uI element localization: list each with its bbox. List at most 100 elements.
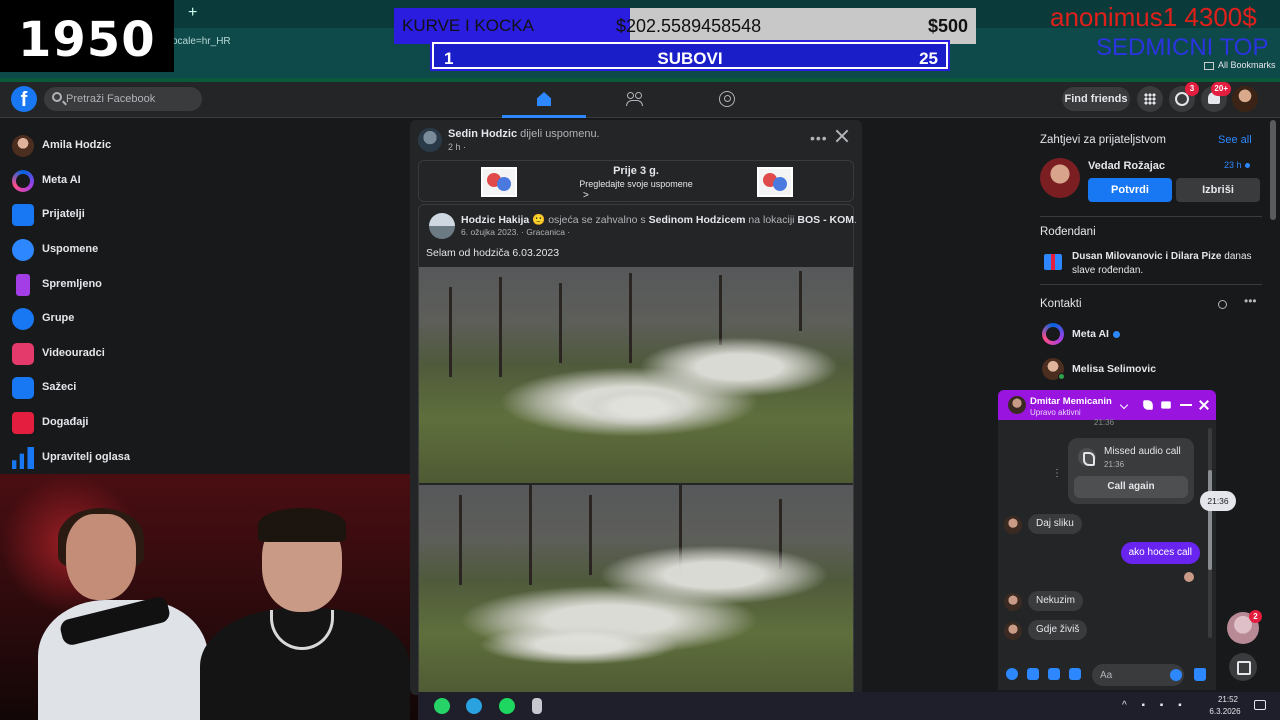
account-avatar[interactable] <box>1232 86 1258 112</box>
post-photo-2[interactable] <box>419 485 853 695</box>
taskbar-time[interactable]: 21:52 <box>1210 695 1246 704</box>
message-bubble-in[interactable]: Gdje živiš <box>1028 620 1088 640</box>
shared-location[interactable]: BOS - KOM <box>797 214 854 226</box>
video-icon <box>12 343 34 365</box>
right-column: Zahtjevi za prijateljstvom See all Vedad… <box>1032 118 1270 398</box>
chat-header[interactable]: Dmitar Memicanin Upravo aktivni <box>998 390 1216 420</box>
message-bubble-in[interactable]: Nekuzim <box>1028 591 1083 611</box>
close-icon[interactable] <box>1198 399 1210 411</box>
post-author-avatar[interactable] <box>418 128 442 152</box>
counter-label: SUBOVI <box>657 49 723 68</box>
find-friends-button[interactable]: Find friends <box>1062 87 1130 111</box>
notifications-button[interactable]: 20+ <box>1201 82 1231 112</box>
menu-button[interactable] <box>1137 86 1163 112</box>
search-input[interactable] <box>66 91 196 107</box>
sticker-icon[interactable] <box>1048 668 1060 680</box>
goal-name: KURVE I KOCKA <box>402 16 534 35</box>
events-icon <box>12 412 34 434</box>
facebook-logo-icon[interactable]: f <box>11 86 37 112</box>
chat-scrollbar-thumb[interactable] <box>1208 470 1212 570</box>
call-again-button[interactable]: Call again <box>1074 476 1188 498</box>
page-scrollbar[interactable] <box>1270 120 1276 220</box>
chat-contact-name[interactable]: Dmitar Memicanin <box>1030 396 1112 407</box>
app-icon[interactable] <box>532 698 542 714</box>
sidebar-item-label: Upravitelj oglasa <box>42 451 131 463</box>
taskbar-date[interactable]: 6.3.2026 <box>1204 707 1246 716</box>
divider <box>1040 216 1262 217</box>
message-bubble-in[interactable]: Daj sliku <box>1028 514 1082 534</box>
whatsapp-icon[interactable] <box>434 698 450 714</box>
shared-tagged-person[interactable]: Sedinom Hodzicem <box>649 214 746 226</box>
delete-button[interactable]: Izbriši <box>1176 178 1260 202</box>
request-time: 23 h <box>1224 160 1250 170</box>
system-tray-icons[interactable]: ^ ▪ ▪ ▪ <box>1122 700 1188 711</box>
notification-center-icon[interactable] <box>1254 700 1266 710</box>
post-timestamp[interactable]: 2 h · <box>448 142 466 152</box>
gif-icon[interactable] <box>1069 668 1081 680</box>
webcam-overlay <box>0 474 418 720</box>
request-avatar[interactable] <box>1040 158 1080 198</box>
request-name[interactable]: Vedad Rožajac <box>1088 160 1165 172</box>
photo-icon[interactable] <box>1027 668 1039 680</box>
post-action: dijeli uspomenu. <box>520 128 600 140</box>
memory-banner[interactable]: Prije 3 g. Pregledajte svoje uspomene > <box>418 160 854 202</box>
profile-icon[interactable] <box>719 91 735 107</box>
shared-author-avatar[interactable] <box>429 213 455 239</box>
sidebar-item-video[interactable]: Videouradci <box>10 339 210 369</box>
birthdays-heading: Rođendani <box>1040 226 1096 238</box>
avatar <box>1004 593 1022 611</box>
confirm-button[interactable]: Potvrdi <box>1088 178 1172 202</box>
sidebar-item-memories[interactable]: Uspomene <box>10 235 210 265</box>
meta-ai-icon <box>1042 323 1064 345</box>
thumbs-up-icon[interactable] <box>1194 668 1206 681</box>
messenger-badge: 3 <box>1185 82 1199 96</box>
sidebar-item-label: Grupe <box>42 312 75 324</box>
timestamp-tooltip: 21:36 <box>1200 491 1236 511</box>
nav-home-tab[interactable] <box>502 84 586 118</box>
birthday-text[interactable]: Dusan Milovanovic i Dilara Pize danas sl… <box>1072 250 1262 278</box>
sidebar-item-groups[interactable]: Grupe <box>10 304 210 334</box>
close-icon[interactable] <box>834 128 850 144</box>
shared-author-name[interactable]: Hodzic Hakija <box>461 214 529 226</box>
avatar[interactable] <box>1008 396 1026 414</box>
chat-composer <box>998 660 1216 690</box>
spotify-icon[interactable] <box>499 698 515 714</box>
telegram-icon[interactable] <box>466 698 482 714</box>
phone-icon[interactable] <box>1143 400 1153 410</box>
friends-icon[interactable] <box>626 92 644 106</box>
search-contacts-icon[interactable] <box>1218 300 1227 309</box>
sidebar-item-friends[interactable]: Prijatelji <box>10 200 210 230</box>
video-call-icon[interactable] <box>1161 401 1171 409</box>
more-options-icon[interactable]: ••• <box>1244 294 1257 308</box>
contact-item[interactable]: Melisa Selimovic <box>1040 356 1240 382</box>
see-all-link[interactable]: See all <box>1218 134 1252 146</box>
sidebar-item-profile[interactable]: Amila Hodzic <box>10 131 210 161</box>
new-message-icon[interactable] <box>1229 653 1257 681</box>
sidebar-item-meta-ai[interactable]: Meta AI <box>10 166 210 196</box>
sidebar-item-ads-manager[interactable]: Upravitelj oglasa <box>10 443 210 473</box>
new-tab-button[interactable]: + <box>188 4 197 22</box>
chevron-down-icon[interactable] <box>1119 400 1129 410</box>
microphone-icon[interactable] <box>1006 668 1018 680</box>
sidebar-item-events[interactable]: Događaji <box>10 408 210 438</box>
year-overlay: 1950 <box>0 0 174 72</box>
friends-icon <box>12 204 34 226</box>
top-donor-subtitle: SEDMICNI TOP <box>1096 34 1269 61</box>
missed-call-title: Missed audio call <box>1104 446 1181 457</box>
chat-status: Upravo aktivni <box>1030 408 1081 417</box>
minimize-icon[interactable] <box>1180 404 1192 406</box>
notifications-badge: 20+ <box>1211 82 1231 96</box>
contact-item[interactable]: Meta AI <box>1040 321 1240 347</box>
sidebar-item-saved[interactable]: Spremljeno <box>10 270 210 300</box>
emoji-icon[interactable] <box>1170 669 1182 681</box>
message-options-icon[interactable]: ⋮ <box>1052 468 1062 479</box>
sidebar-item-reels[interactable]: Sažeci <box>10 373 210 403</box>
post-author-name[interactable]: Sedin Hodzic <box>448 128 517 140</box>
address-bar-url[interactable]: ocale=hr_HR <box>172 36 231 47</box>
reels-icon <box>12 377 34 399</box>
messenger-button[interactable]: 3 <box>1169 82 1199 112</box>
message-bubble-out[interactable]: ako hoces call <box>1120 542 1200 564</box>
search-box[interactable] <box>44 87 202 111</box>
more-options-icon[interactable]: ••• <box>810 130 828 146</box>
post-photo-1[interactable] <box>419 267 853 483</box>
